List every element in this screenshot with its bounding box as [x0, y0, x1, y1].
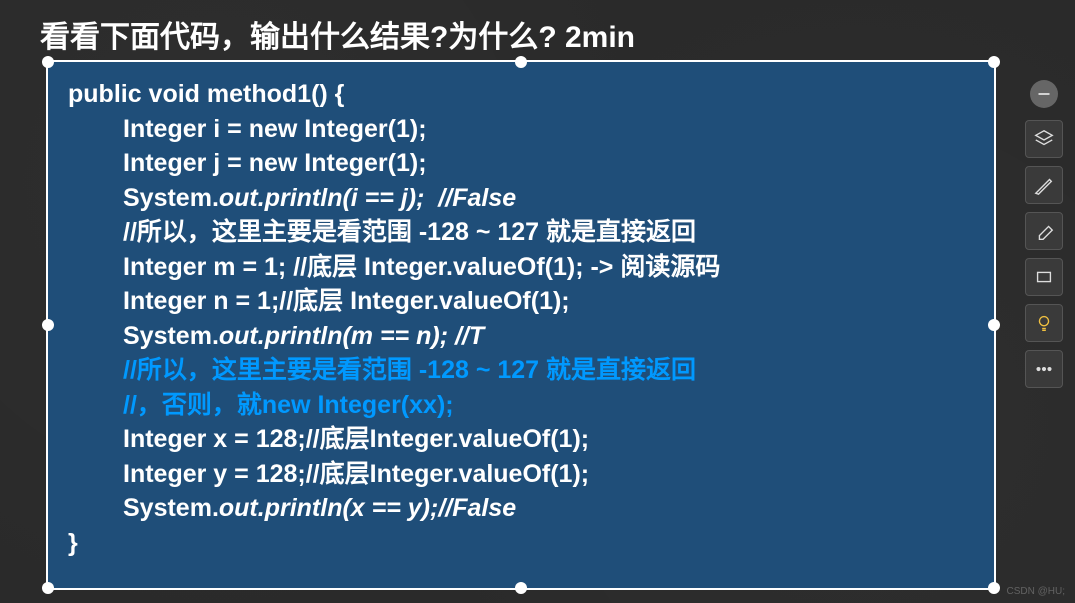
watermark: CSDN @HU; — [1007, 586, 1066, 597]
resize-handle-tl[interactable] — [42, 56, 54, 68]
code-line: System.out.println(x == y);//False — [68, 491, 974, 526]
code-line-highlight: //所以，这里主要是看范围 -128 ~ 127 就是直接返回 — [68, 353, 974, 388]
minimize-button[interactable] — [1030, 80, 1058, 108]
eraser-button[interactable] — [1025, 212, 1063, 250]
resize-handle-mr[interactable] — [988, 319, 1000, 331]
code-line: Integer x = 128;//底层Integer.valueOf(1); — [68, 422, 974, 457]
code-line: Integer m = 1; //底层 Integer.valueOf(1); … — [68, 250, 974, 285]
bulb-icon — [1033, 312, 1055, 334]
dots-icon — [1033, 358, 1055, 380]
code-line: Integer i = new Integer(1); — [68, 112, 974, 147]
layers-icon — [1033, 128, 1055, 150]
resize-handle-bl[interactable] — [42, 582, 54, 594]
bulb-button[interactable] — [1025, 304, 1063, 342]
minus-icon — [1033, 83, 1055, 105]
resize-handle-tr[interactable] — [988, 56, 1000, 68]
eraser-icon — [1033, 220, 1055, 242]
code-line: //所以，这里主要是看范围 -128 ~ 127 就是直接返回 — [68, 215, 974, 250]
code-line: public void method1() { — [68, 77, 974, 112]
code-line: System.out.println(m == n); //T — [68, 319, 974, 354]
pen-button[interactable] — [1025, 166, 1063, 204]
rectangle-icon — [1033, 266, 1055, 288]
resize-handle-tm[interactable] — [515, 56, 527, 68]
resize-handle-bm[interactable] — [515, 582, 527, 594]
code-line: Integer y = 128;//底层Integer.valueOf(1); — [68, 457, 974, 492]
code-textbox[interactable]: public void method1() { Integer i = new … — [46, 60, 996, 590]
resize-handle-br[interactable] — [988, 582, 1000, 594]
toolbar — [1025, 80, 1063, 388]
more-button[interactable] — [1025, 350, 1063, 388]
code-line: Integer j = new Integer(1); — [68, 146, 974, 181]
code-line: Integer n = 1;//底层 Integer.valueOf(1); — [68, 284, 974, 319]
shape-button[interactable] — [1025, 258, 1063, 296]
code-line-highlight: //，否则，就new Integer(xx); — [68, 388, 974, 423]
layers-button[interactable] — [1025, 120, 1063, 158]
pen-icon — [1033, 174, 1055, 196]
code-line: } — [68, 526, 974, 561]
code-line: System.out.println(i == j); //False — [68, 181, 974, 216]
resize-handle-ml[interactable] — [42, 319, 54, 331]
page-title: 看看下面代码，输出什么结果?为什么? 2min — [0, 0, 1075, 64]
